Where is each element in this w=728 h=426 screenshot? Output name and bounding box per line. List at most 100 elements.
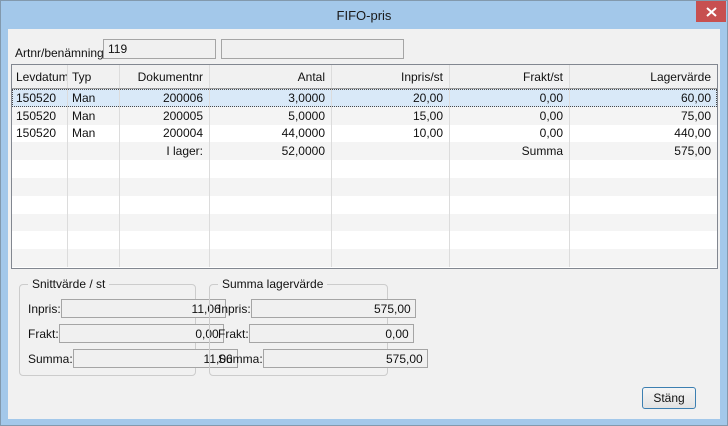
table-cell: Summa	[450, 142, 570, 160]
fifo-pris-dialog: FIFO-pris Artnr/benämning: LevdatumTypDo…	[0, 0, 728, 426]
table-row[interactable]	[12, 196, 717, 214]
fifo-table: LevdatumTypDokumentnrAntalInpris/stFrakt…	[11, 64, 718, 269]
field-label: Inpris:	[28, 302, 61, 316]
table-cell	[332, 249, 450, 267]
table-cell	[570, 249, 717, 267]
table-cell	[570, 196, 717, 214]
table-cell: Man	[68, 89, 120, 107]
inpris-field[interactable]	[61, 299, 226, 318]
close-button[interactable]	[696, 1, 726, 22]
table-cell	[332, 196, 450, 214]
table-cell: 200006	[120, 89, 210, 107]
table-cell: 52,0000	[210, 142, 332, 160]
table-cell: I lager:	[120, 142, 210, 160]
table-cell: 575,00	[570, 142, 717, 160]
table-cell	[12, 231, 68, 249]
table-row[interactable]: I lager:52,0000 Summa575,00	[12, 142, 717, 160]
column-header[interactable]: Lagervärde	[570, 65, 717, 88]
table-cell: Man	[68, 125, 120, 143]
table-cell	[68, 196, 120, 214]
table-cell	[68, 160, 120, 178]
column-header[interactable]: Levdatum	[12, 65, 68, 88]
inpris-field[interactable]	[251, 299, 416, 318]
table-cell: 200005	[120, 107, 210, 125]
table-cell	[68, 214, 120, 232]
table-cell	[12, 160, 68, 178]
table-cell	[450, 249, 570, 267]
column-header[interactable]: Frakt/st	[450, 65, 570, 88]
table-cell	[68, 231, 120, 249]
table-cell: 200004	[120, 125, 210, 143]
field-label: Summa:	[28, 352, 73, 366]
field-label: Inpris:	[218, 302, 251, 316]
table-cell: 60,00	[570, 89, 717, 107]
table-cell	[570, 160, 717, 178]
table-cell	[68, 142, 120, 160]
table-cell: 150520	[12, 125, 68, 143]
table-cell: 44,0000	[210, 125, 332, 143]
benamning-input[interactable]	[221, 39, 404, 59]
column-header[interactable]: Inpris/st	[332, 65, 450, 88]
column-header[interactable]: Dokumentnr	[120, 65, 210, 88]
table-cell	[68, 249, 120, 267]
table-cell: 440,00	[570, 125, 717, 143]
table-cell: 0,00	[450, 89, 570, 107]
table-cell: 15,00	[332, 107, 450, 125]
table-cell	[210, 231, 332, 249]
table-cell	[570, 178, 717, 196]
table-cell	[120, 231, 210, 249]
table-row[interactable]	[12, 249, 717, 267]
table-cell: Man	[68, 107, 120, 125]
table-row[interactable]	[12, 160, 717, 178]
table-cell	[12, 214, 68, 232]
table-cell	[570, 214, 717, 232]
field-label: Frakt:	[218, 327, 249, 341]
table-cell: 5,0000	[210, 107, 332, 125]
table-cell	[570, 231, 717, 249]
table-cell	[210, 249, 332, 267]
table-cell: 0,00	[450, 125, 570, 143]
table-cell: 10,00	[332, 125, 450, 143]
groupbox: Snittvärde / stInpris:Frakt:Summa:	[19, 284, 196, 376]
table-row[interactable]: 150520Man20000444,000010,000,00440,00	[12, 125, 717, 143]
table-cell	[120, 214, 210, 232]
column-header[interactable]: Antal	[210, 65, 332, 88]
frakt-field[interactable]	[249, 324, 414, 343]
table-cell	[120, 196, 210, 214]
table-row[interactable]	[12, 231, 717, 249]
table-body: 150520Man2000063,000020,000,0060,0015052…	[12, 89, 717, 267]
stang-button[interactable]: Stäng	[642, 387, 696, 409]
table-cell	[12, 196, 68, 214]
table-cell	[12, 178, 68, 196]
table-cell	[450, 214, 570, 232]
table-cell	[210, 196, 332, 214]
table-cell: 150520	[12, 89, 68, 107]
table-row[interactable]	[12, 214, 717, 232]
field-label: Summa:	[218, 352, 263, 366]
field-label: Frakt:	[28, 327, 59, 341]
table-row[interactable]: 150520Man2000055,000015,000,0075,00	[12, 107, 717, 125]
table-cell: 3,0000	[210, 89, 332, 107]
table-header: LevdatumTypDokumentnrAntalInpris/stFrakt…	[12, 65, 717, 89]
table-cell: 20,00	[332, 89, 450, 107]
artnr-input[interactable]	[103, 39, 216, 59]
table-cell	[12, 249, 68, 267]
summa-field[interactable]	[263, 349, 428, 368]
groupbox: Summa lagervärdeInpris:Frakt:Summa:	[209, 284, 388, 376]
table-cell	[332, 231, 450, 249]
table-cell	[210, 178, 332, 196]
table-row[interactable]: 150520Man2000063,000020,000,0060,00	[12, 89, 717, 107]
window-title: FIFO-pris	[337, 8, 392, 23]
table-cell	[210, 214, 332, 232]
table-cell	[68, 178, 120, 196]
table-cell	[450, 160, 570, 178]
table-cell: 75,00	[570, 107, 717, 125]
table-cell: 0,00	[450, 107, 570, 125]
table-row[interactable]	[12, 178, 717, 196]
table-cell	[120, 178, 210, 196]
frakt-field[interactable]	[59, 324, 224, 343]
column-header[interactable]: Typ	[68, 65, 120, 88]
groupbox-title: Summa lagervärde	[218, 277, 327, 291]
table-cell	[332, 160, 450, 178]
titlebar[interactable]: FIFO-pris	[1, 1, 727, 29]
